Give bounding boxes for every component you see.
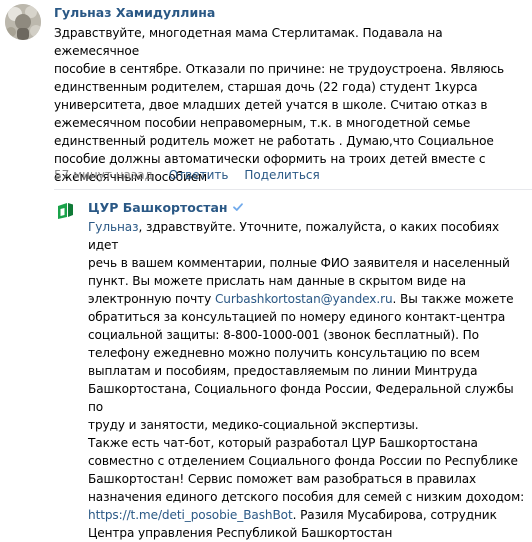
email-link[interactable]: Curbashkortostan@yandex.ru [215, 292, 393, 306]
verified-check-icon [232, 203, 243, 211]
reply-author-name: ЦУР Башкортостан [88, 200, 228, 215]
chatbot-url-link[interactable]: https://t.me/deti_posobie_BashBot [88, 508, 293, 522]
comment-text: Здравствуйте, многодетная мама Стерлитам… [54, 26, 505, 184]
user-photo-avatar-icon [5, 4, 41, 40]
reply-text-part2: . Вы также можете обратиться за консульт… [88, 292, 525, 504]
reply-author[interactable]: ЦУР Башкортостан [88, 200, 244, 215]
comment-author[interactable]: Гульназ Хамидуллина [54, 5, 215, 20]
reply-avatar[interactable] [54, 200, 76, 222]
cur-logo-icon [58, 203, 73, 219]
reply-text: Гульназ, здравствуйте. Уточните, пожалуй… [88, 218, 532, 542]
comment-meta: 57 минут назад Ответить Поделиться [54, 168, 320, 182]
comment-timestamp[interactable]: 57 минут назад [54, 168, 153, 182]
mention-link[interactable]: Гульназ [88, 220, 139, 234]
reply-link[interactable]: Ответить [169, 168, 229, 182]
avatar[interactable] [5, 4, 41, 40]
divider [54, 189, 532, 190]
share-link[interactable]: Поделиться [244, 168, 319, 182]
